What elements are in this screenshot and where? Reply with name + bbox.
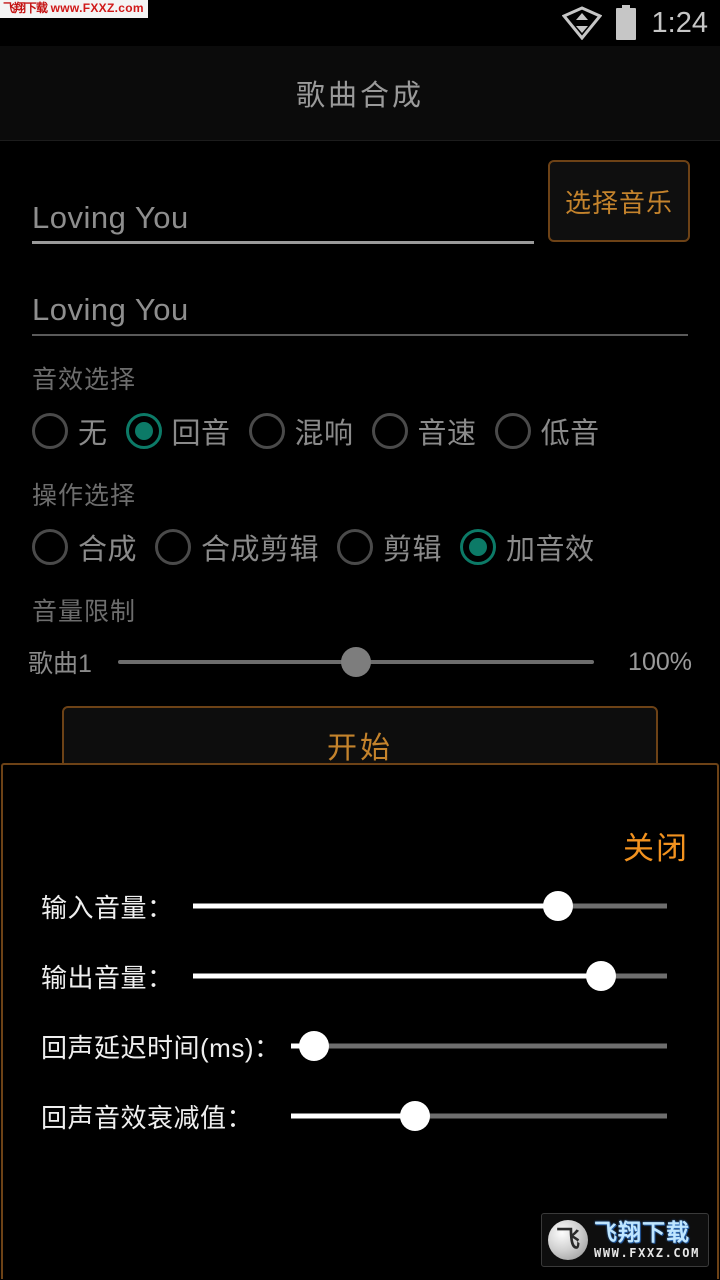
volume-limit-slider[interactable]: [118, 642, 594, 682]
radio-action-0-label: 合成: [78, 534, 138, 566]
radio-action-1-label: 合成剪辑: [201, 534, 320, 566]
slider-thumb[interactable]: [585, 961, 616, 991]
logo-mark-char: 飞: [556, 1227, 580, 1253]
main-content: Loving You 选择音乐 Loving You 音效选择 无 回音 混响 …: [0, 142, 720, 784]
action-group: 操作选择 合成 合成剪辑 剪辑 加音效: [0, 476, 720, 578]
status-bar: 飞翔下载 www.FXXZ.com 1:24: [0, 0, 720, 46]
radio-effect-4[interactable]: 低音: [494, 410, 600, 452]
radio-effect-0-label: 无: [78, 418, 108, 450]
radio-circle-icon: [248, 413, 285, 449]
panel-slider-row-2: 回声延迟时间(ms)：: [3, 1023, 717, 1069]
radio-circle-selected-icon: [125, 413, 162, 449]
song-field-2-row: Loving You: [0, 254, 720, 346]
effect-settings-panel: 关闭 输入音量： 输出音量： 回声延迟时间(ms)： 回声音效衰减值： 飞 飞翔…: [1, 763, 719, 1279]
radio-circle-icon: [155, 529, 192, 565]
volume-limit-label: 音量限制: [32, 598, 137, 626]
logo-circle-icon: 飞: [548, 1220, 588, 1260]
radio-action-0[interactable]: 合成: [32, 526, 137, 568]
radio-circle-icon: [32, 413, 68, 449]
radio-action-2-label: 剪辑: [383, 534, 443, 566]
panel-slider-row-1: 输出音量：: [3, 953, 717, 999]
watermark-top-cn: 飞翔下载: [3, 1, 48, 15]
radio-effect-2[interactable]: 混响: [248, 410, 354, 452]
watermark-top-url: www.FXXZ.com: [50, 1, 144, 15]
volume-limit-thumb[interactable]: [341, 647, 371, 677]
radio-action-1[interactable]: 合成剪辑: [155, 526, 319, 568]
panel-slider-2-label: 回声延迟时间(ms)：: [41, 1032, 281, 1063]
echo-decay-slider[interactable]: [291, 1093, 667, 1139]
radio-effect-2-label: 混响: [294, 418, 354, 450]
radio-effect-3[interactable]: 音速: [371, 410, 477, 452]
song-field-1[interactable]: Loving You: [32, 200, 189, 236]
song-field-2[interactable]: Loving You: [32, 292, 189, 328]
panel-slider-1-label: 输出音量：: [41, 962, 174, 993]
radio-circle-icon: [494, 413, 531, 449]
volume-limit-group: 音量限制: [0, 592, 720, 628]
action-group-label: 操作选择: [32, 482, 137, 510]
slider-fill: [193, 973, 601, 979]
input-volume-slider[interactable]: [193, 883, 667, 929]
slider-track: [291, 1043, 667, 1049]
logo-name-cn: 飞翔下载: [594, 1219, 690, 1245]
radio-circle-icon: [371, 413, 408, 449]
radio-action-3-label: 加音效: [506, 534, 595, 566]
effect-group: 音效选择 无 回音 混响 音速 低音: [0, 360, 720, 462]
output-volume-slider[interactable]: [193, 953, 667, 999]
app-screen: 飞翔下载 www.FXXZ.com 1:24 歌曲合成 Loving You 选…: [0, 0, 720, 1280]
slider-fill: [193, 903, 558, 909]
radio-effect-0[interactable]: 无: [32, 410, 108, 452]
volume-track-name: 歌曲1: [28, 650, 92, 678]
panel-slider-0-label: 输入音量：: [41, 892, 174, 923]
status-clock: 1:24: [651, 6, 708, 39]
song-field-1-underline: [32, 241, 534, 244]
panel-slider-3-label: 回声音效衰减值：: [41, 1102, 254, 1133]
radio-circle-icon: [32, 529, 68, 565]
battery-icon: [614, 5, 638, 41]
panel-slider-row-3: 回声音效衰减值：: [3, 1093, 717, 1139]
radio-effect-1[interactable]: 回音: [125, 410, 231, 452]
close-button[interactable]: 关闭: [623, 823, 689, 868]
select-music-button[interactable]: 选择音乐: [548, 160, 690, 242]
radio-action-2[interactable]: 剪辑: [337, 526, 442, 568]
radio-effect-4-label: 低音: [540, 418, 600, 450]
title-bar: 歌曲合成: [0, 46, 720, 141]
radio-effect-1-label: 回音: [171, 418, 231, 450]
panel-slider-row-0: 输入音量：: [3, 883, 717, 929]
page-title: 歌曲合成: [295, 80, 424, 112]
radio-action-3[interactable]: 加音效: [460, 526, 595, 568]
radio-effect-3-label: 音速: [417, 418, 477, 450]
slider-thumb[interactable]: [298, 1031, 329, 1061]
effect-group-label: 音效选择: [32, 366, 137, 394]
status-bar-right: 1:24: [561, 0, 708, 46]
wifi-data-icon: [561, 6, 602, 40]
logo-url: WWW.FXXZ.COM: [594, 1246, 700, 1260]
effect-radio-row: 无 回音 混响 音速 低音: [32, 400, 688, 462]
radio-circle-selected-icon: [460, 529, 497, 565]
logo-text: 飞翔下载 WWW.FXXZ.COM: [594, 1219, 700, 1260]
echo-delay-slider[interactable]: [291, 1023, 667, 1069]
radio-circle-icon: [337, 529, 374, 565]
volume-limit-row: 歌曲1 100%: [0, 632, 720, 692]
volume-limit-percent: 100%: [628, 647, 692, 676]
action-radio-row: 合成 合成剪辑 剪辑 加音效: [32, 516, 688, 578]
song-field-2-underline: [32, 334, 688, 336]
slider-thumb[interactable]: [400, 1101, 431, 1131]
site-logo-badge: 飞 飞翔下载 WWW.FXXZ.COM: [541, 1213, 709, 1267]
slider-fill: [291, 1113, 416, 1119]
watermark-top: 飞翔下载 www.FXXZ.com: [0, 0, 148, 18]
song-field-1-row: Loving You 选择音乐: [0, 142, 720, 254]
slider-thumb[interactable]: [542, 891, 573, 921]
